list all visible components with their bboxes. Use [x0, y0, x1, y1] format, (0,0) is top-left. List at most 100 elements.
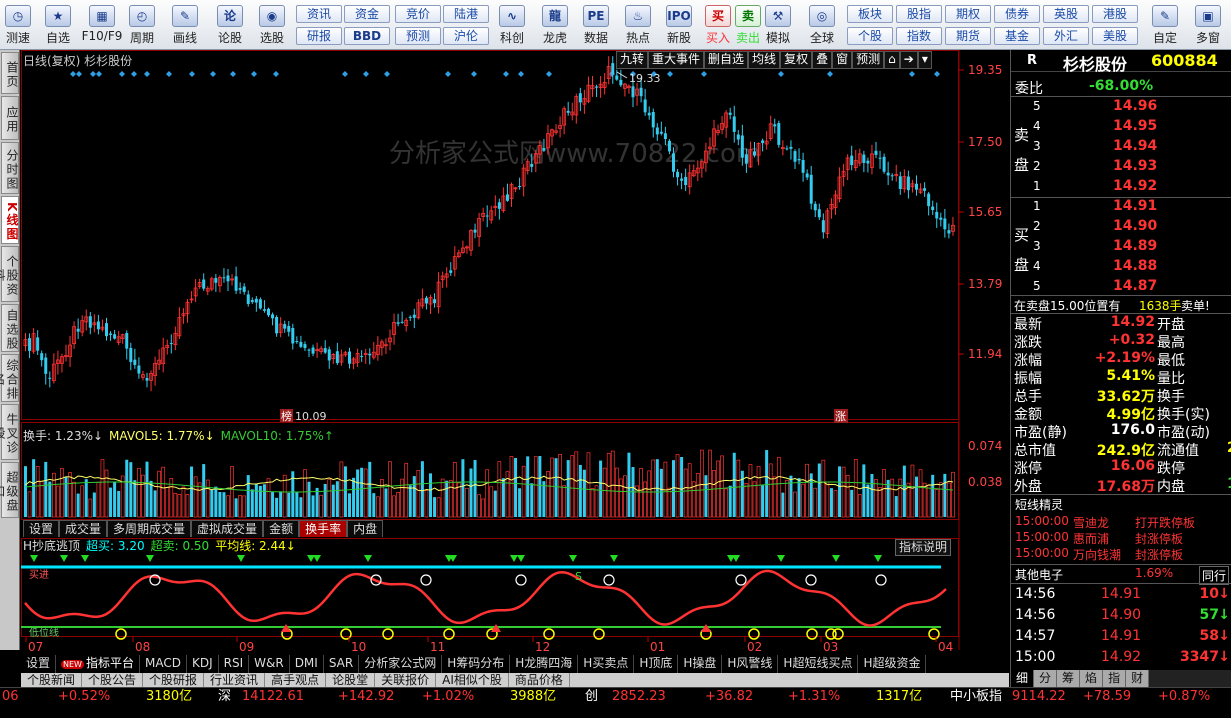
chart-tool-0[interactable]: 九转 [616, 51, 649, 69]
nav-link-8[interactable]: 商品价格 [509, 673, 570, 687]
indicator-desc-button[interactable]: 指标说明 [895, 539, 952, 556]
jingling-title[interactable]: 短线精灵 [1015, 496, 1063, 513]
toolbar-button-3[interactable]: ◴ 周期 [120, 3, 164, 47]
toolbar-small-3[interactable]: 陆港 [443, 5, 489, 23]
nav-link-5[interactable]: 论股堂 [326, 673, 376, 687]
quote-tab-0[interactable]: 细 [1011, 670, 1035, 687]
toolbar-market-9[interactable]: 基金 [994, 27, 1040, 45]
chart-tool-7[interactable]: 预测 [852, 51, 885, 69]
chart-tool-6[interactable]: 窗 [832, 51, 853, 69]
buy-price[interactable]: 14.89 [1113, 238, 1157, 254]
volume-subtab-2[interactable]: 多周期成交量 [107, 520, 192, 537]
toolbar-market-5[interactable]: 港股 [1092, 5, 1138, 23]
chart-tool-9[interactable]: ➔ [899, 51, 918, 69]
chart-tool-1[interactable]: 重大事件 [648, 51, 705, 69]
buy-price[interactable]: 14.88 [1113, 258, 1157, 274]
buy-price[interactable]: 14.87 [1113, 278, 1157, 294]
quote-tab-1[interactable]: 分 [1034, 670, 1058, 687]
vtab-1[interactable]: 应用 [1, 96, 19, 140]
toolbar-button-4[interactable]: ✎ 画线 [163, 3, 207, 47]
vtab-3[interactable]: K线图 [1, 196, 19, 244]
buy-price[interactable]: 14.91 [1113, 198, 1157, 214]
volume-subtab-1[interactable]: 成交量 [59, 520, 108, 537]
vtab-4[interactable]: 个股资料 [0, 246, 19, 302]
vtab-0[interactable]: 首页 [1, 52, 19, 94]
indicator-tab-8[interactable]: 分析家公式网 [359, 655, 443, 673]
indicator-tab-16[interactable]: H超级资金 [858, 655, 927, 673]
vtab-6[interactable]: 综合排名 [0, 354, 19, 402]
toolbar-market-4[interactable]: 英股 [1043, 5, 1089, 23]
chart-tool-5[interactable]: 叠 [812, 51, 833, 69]
quote-tab-4[interactable]: 指 [1103, 670, 1127, 687]
sell-price[interactable]: 14.93 [1113, 158, 1157, 174]
toolbar-small-5[interactable]: BBD [344, 27, 390, 45]
jingling-stock[interactable]: 惠而浦 [1073, 530, 1109, 547]
toolbar-small-7[interactable]: 沪伦 [443, 27, 489, 45]
nav-link-2[interactable]: 个股研报 [143, 673, 205, 687]
kline-chart-area[interactable]: 19.35 17.50 15.65 13.79 11.94 分析家公式网www.70822… [21, 50, 1009, 655]
toolbar-small-1[interactable]: 资金 [344, 5, 390, 23]
indicator-tab-2[interactable]: MACD [140, 655, 187, 673]
quote-tab-5[interactable]: 财 [1126, 670, 1150, 687]
toolbar-button-7[interactable]: ⚒ 模拟 [756, 3, 800, 47]
volume-subtab-6[interactable]: 内盘 [347, 520, 384, 537]
nav-link-0[interactable]: 个股新闻 [21, 673, 83, 687]
chart-tool-4[interactable]: 复权 [780, 51, 813, 69]
indicator-tab-1[interactable]: NEW 指标平台 [56, 655, 140, 673]
indicator-tab-5[interactable]: W&R [249, 655, 290, 673]
toolbar-market-11[interactable]: 美股 [1092, 27, 1138, 45]
indicator-tab-9[interactable]: H筹码分布 [442, 655, 511, 673]
indicator-tab-13[interactable]: H操盘 [678, 655, 723, 673]
toolbar-button-0[interactable]: ✎ 自定 [1143, 3, 1187, 47]
toolbar-small-6[interactable]: 预测 [395, 27, 441, 45]
volume-subtab-4[interactable]: 金额 [263, 520, 300, 537]
nav-link-4[interactable]: 高手观点 [265, 673, 327, 687]
sell-price[interactable]: 14.92 [1113, 178, 1157, 194]
vtab-2[interactable]: 分时图 [1, 142, 19, 194]
toolbar-small-2[interactable]: 竞价 [395, 5, 441, 23]
indicator-tab-0[interactable]: 设置 [21, 655, 57, 673]
chart-tool-8[interactable]: ⌂ [884, 51, 900, 69]
indicator-tab-10[interactable]: H龙腾四海 [510, 655, 579, 673]
toolbar-button-3[interactable]: ♨ 热点 [616, 3, 660, 47]
toolbar-market-2[interactable]: 期权 [945, 5, 991, 23]
chart-tool-3[interactable]: 均线 [748, 51, 781, 69]
toolbar-button-8[interactable]: ◎ 全球 [800, 3, 844, 47]
toolbar-small-0[interactable]: 资讯 [296, 5, 342, 23]
sell-price[interactable]: 14.94 [1113, 138, 1157, 154]
jingling-stock[interactable]: 雪迪龙 [1073, 514, 1109, 531]
nav-link-3[interactable]: 行业资讯 [204, 673, 266, 687]
indicator-tab-14[interactable]: H风警线 [722, 655, 779, 673]
quote-tab-2[interactable]: 筹 [1057, 670, 1081, 687]
volume-subtab-0[interactable]: 设置 [23, 520, 60, 537]
indicator-tab-7[interactable]: SAR [324, 655, 360, 673]
toolbar-market-0[interactable]: 板块 [847, 5, 893, 23]
toolbar-button-0[interactable]: ◷ 测速 [0, 3, 40, 47]
vtab-5[interactable]: 自选股 [1, 304, 19, 352]
indicator-tab-4[interactable]: RSI [219, 655, 250, 673]
toolbar-button-2[interactable]: ▦ F10/F9 [80, 3, 124, 47]
toolbar-market-3[interactable]: 债券 [994, 5, 1040, 23]
toolbar-market-8[interactable]: 期货 [945, 27, 991, 45]
sell-price[interactable]: 14.96 [1113, 98, 1157, 114]
toolbar-small-4[interactable]: 研报 [296, 27, 342, 45]
nav-link-7[interactable]: AI相似个股 [436, 673, 509, 687]
indicator-tab-12[interactable]: H顶底 [634, 655, 679, 673]
vtab-7[interactable]: 牛叉诊股 [0, 404, 19, 460]
toolbar-button-2[interactable]: PE 数据 [574, 3, 618, 47]
chart-tool-2[interactable]: 删自选 [704, 51, 749, 69]
indicator-tab-3[interactable]: KDJ [187, 655, 219, 673]
kline-chart-svg[interactable]: 19.35 17.50 15.65 13.79 11.94 分析家公式网www.70822… [21, 50, 1009, 655]
sector-name[interactable]: 其他电子 [1015, 566, 1063, 583]
toolbar-button-1[interactable]: ▣ 多窗 [1186, 3, 1230, 47]
volume-subtab-3[interactable]: 虚拟成交量 [191, 520, 264, 537]
indicator-tab-6[interactable]: DMI [290, 655, 324, 673]
toolbar-button-6[interactable]: ◉ 选股 [250, 3, 294, 47]
nav-link-1[interactable]: 个股公告 [82, 673, 144, 687]
quote-tab-3[interactable]: 焰 [1080, 670, 1104, 687]
toolbar-market-6[interactable]: 个股 [847, 27, 893, 45]
toolbar-market-10[interactable]: 外汇 [1043, 27, 1089, 45]
indicator-tab-11[interactable]: H买卖点 [578, 655, 635, 673]
volume-subtab-5[interactable]: 换手率 [299, 520, 348, 537]
chart-tool-10[interactable]: ▾ [917, 51, 932, 69]
